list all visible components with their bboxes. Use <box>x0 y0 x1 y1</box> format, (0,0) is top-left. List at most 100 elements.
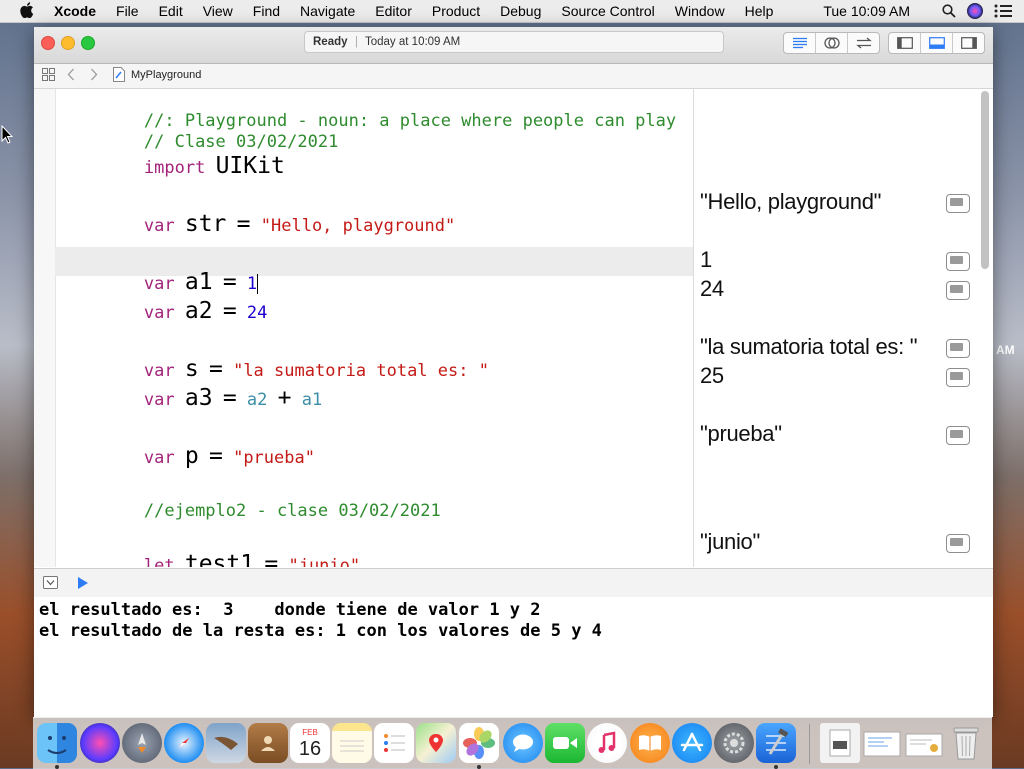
result-a2: 24 <box>700 276 724 301</box>
back-chevron-icon[interactable] <box>67 68 75 84</box>
quick-look-button[interactable] <box>946 281 970 300</box>
hide-debug-area-icon[interactable] <box>43 576 58 592</box>
source-editor[interactable]: //: Playground - noun: a place where peo… <box>55 89 693 567</box>
quick-look-button[interactable] <box>946 534 970 553</box>
notification-center-icon[interactable] <box>994 4 1012 18</box>
panel-toggle-segmented <box>888 32 985 54</box>
console-line: el resultado de la resta es: 1 con los v… <box>39 621 602 641</box>
toggle-navigator-icon[interactable] <box>889 33 921 53</box>
code-line-a2: var a2 = 24 <box>143 298 268 324</box>
console-line: el resultado es: 3 donde tiene de valor … <box>39 600 541 620</box>
assistant-editor-button[interactable] <box>816 33 848 53</box>
code-line-import: import UIKit <box>143 153 285 179</box>
standard-editor-button[interactable] <box>784 33 816 53</box>
launchpad-icon[interactable] <box>122 723 162 763</box>
quick-look-button[interactable] <box>946 426 970 445</box>
contacts-icon[interactable] <box>248 723 288 763</box>
menu-navigate[interactable]: Navigate <box>300 0 355 22</box>
quick-look-button[interactable] <box>946 368 970 387</box>
quick-look-button[interactable] <box>946 252 970 271</box>
editor-gutter <box>34 89 56 567</box>
itunes-icon[interactable] <box>587 723 627 763</box>
mouse-pointer-icon <box>1 125 13 144</box>
safari-icon[interactable] <box>164 723 204 763</box>
siri-app-icon[interactable] <box>80 723 120 763</box>
mail-icon[interactable] <box>206 723 246 763</box>
notes-icon[interactable] <box>332 723 372 763</box>
menu-bar: Xcode File Edit View Find Navigate Edito… <box>0 0 1024 23</box>
menu-find[interactable]: Find <box>253 0 280 22</box>
result-str: "Hello, playground" <box>700 189 882 214</box>
menu-source-control[interactable]: Source Control <box>561 0 654 22</box>
screenshot-stack-icon[interactable] <box>862 723 902 763</box>
photos-icon[interactable] <box>459 723 499 763</box>
menu-file[interactable]: File <box>116 0 139 22</box>
dock: FEB 16 <box>33 717 992 769</box>
forward-chevron-icon[interactable] <box>90 68 98 84</box>
menu-window[interactable]: Window <box>675 0 725 22</box>
quick-look-button[interactable] <box>946 339 970 358</box>
results-sidebar: "Hello, playground" 1 24 "la sumatoria t… <box>693 89 978 567</box>
facetime-icon[interactable] <box>545 723 585 763</box>
editor-mode-segmented <box>783 32 880 54</box>
status-time: Today at 10:09 AM <box>365 36 461 48</box>
calendar-icon[interactable]: FEB 16 <box>290 723 330 763</box>
minimize-window-button[interactable] <box>61 36 75 50</box>
playground-file-icon <box>113 67 125 85</box>
editor-scrollbar[interactable] <box>981 91 989 269</box>
running-indicator <box>55 765 59 769</box>
reminders-icon[interactable] <box>374 723 414 763</box>
menu-debug[interactable]: Debug <box>500 0 541 22</box>
zoom-window-button[interactable] <box>81 36 95 50</box>
console-output[interactable]: el resultado es: 3 donde tiene de valor … <box>34 597 993 717</box>
app-store-icon[interactable] <box>672 723 712 763</box>
activity-status-bar: Ready | Today at 10:09 AM <box>304 31 724 53</box>
quick-look-button[interactable] <box>946 194 970 213</box>
run-playground-icon[interactable] <box>77 576 89 593</box>
menu-xcode[interactable]: Xcode <box>54 0 96 22</box>
close-window-button[interactable] <box>41 36 55 50</box>
related-items-grid-icon[interactable] <box>42 68 55 84</box>
result-test1: "junio" <box>700 529 761 554</box>
result-a1: 1 <box>700 247 712 272</box>
playground-editor: //: Playground - noun: a place where peo… <box>34 89 993 567</box>
status-separator: | <box>355 36 358 48</box>
running-indicator <box>774 765 778 769</box>
result-s: "la sumatoria total es: " <box>700 334 918 359</box>
version-editor-button[interactable] <box>848 33 879 53</box>
result-p: "prueba" <box>700 421 782 446</box>
code-line-a3: var a3 = a2 + a1 <box>143 385 323 411</box>
code-line-str: var str = "Hello, playground" <box>143 211 456 237</box>
code-line-p: var p = "prueba" <box>143 443 315 469</box>
trash-icon[interactable] <box>946 723 986 763</box>
menu-view[interactable]: View <box>203 0 233 22</box>
debug-bar <box>34 568 993 598</box>
maps-icon[interactable] <box>416 723 456 763</box>
window-toolbar: Ready | Today at 10:09 AM <box>34 27 993 64</box>
menu-editor[interactable]: Editor <box>375 0 412 22</box>
siri-icon[interactable] <box>966 2 984 20</box>
menu-help[interactable]: Help <box>745 0 774 22</box>
menubar-clock[interactable]: Tue 10:09 AM <box>823 3 910 19</box>
menu-product[interactable]: Product <box>432 0 480 22</box>
finder-icon[interactable] <box>37 723 77 763</box>
messages-icon[interactable] <box>503 723 543 763</box>
ibooks-icon[interactable] <box>630 723 670 763</box>
downloads-stack-icon[interactable] <box>904 723 944 763</box>
spotlight-search-icon[interactable] <box>942 4 956 18</box>
dock-separator <box>809 724 810 764</box>
apple-menu-icon[interactable] <box>20 2 34 18</box>
system-preferences-icon[interactable] <box>714 723 754 763</box>
xcode-icon[interactable] <box>756 723 796 763</box>
running-indicator <box>477 765 481 769</box>
jump-bar: MyPlayground <box>34 64 993 89</box>
document-thumbnail-icon[interactable] <box>820 723 860 763</box>
toggle-inspector-icon[interactable] <box>953 33 984 53</box>
breadcrumb-file[interactable]: MyPlayground <box>131 69 201 81</box>
desktop-clock-fragment: AM <box>996 343 1015 357</box>
status-state: Ready <box>313 36 348 48</box>
code-line-test1: let test1 = "junio" <box>143 551 361 567</box>
xcode-window: Ready | Today at 10:09 AM MyPlayground /… <box>34 27 993 717</box>
toggle-debug-area-icon[interactable] <box>921 33 953 53</box>
menu-edit[interactable]: Edit <box>159 0 183 22</box>
